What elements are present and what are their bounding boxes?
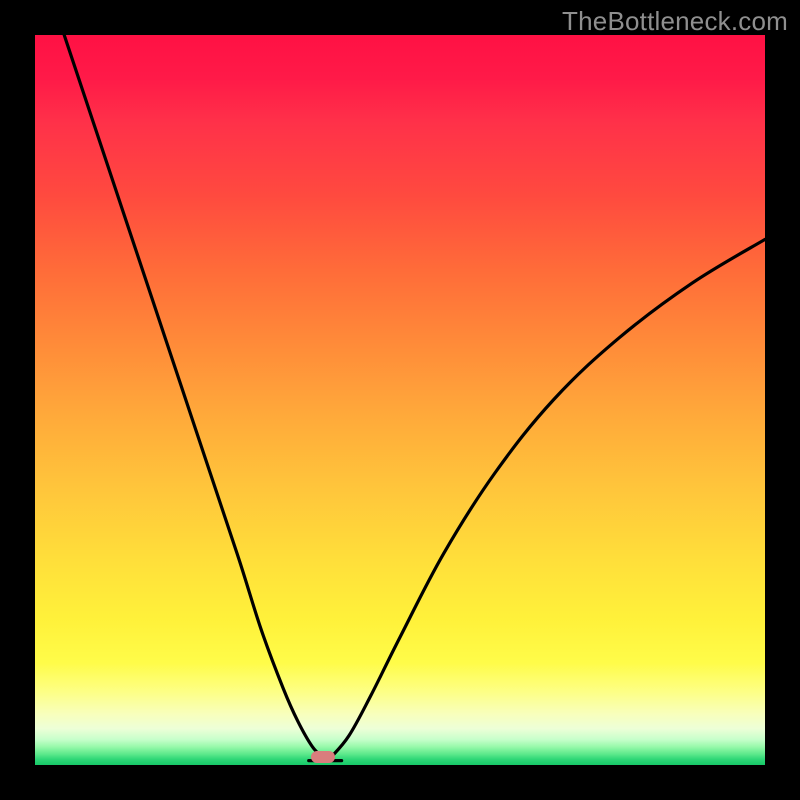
minimum-marker bbox=[311, 751, 335, 763]
outer-frame: TheBottleneck.com bbox=[0, 0, 800, 800]
watermark-text: TheBottleneck.com bbox=[562, 6, 788, 37]
curve-right-branch bbox=[331, 239, 765, 757]
curve-svg bbox=[35, 35, 765, 765]
plot-area bbox=[35, 35, 765, 765]
curve-left-branch bbox=[64, 35, 323, 758]
